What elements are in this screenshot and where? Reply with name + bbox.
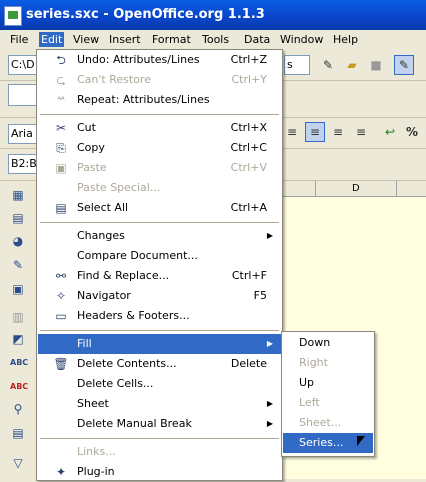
fill-left[interactable]: Left — [283, 393, 373, 413]
insert-cells-icon[interactable]: ▤ — [10, 210, 26, 226]
fill-up[interactable]: Up — [283, 373, 373, 393]
menu-tools[interactable]: Tools — [200, 32, 231, 47]
menu-item-changes[interactable]: Changes ▶ — [38, 226, 281, 246]
repeat-icon: ᴬᴬ — [57, 95, 65, 104]
cell-reference-box[interactable]: B2:B — [8, 154, 38, 174]
headers-footers-icon: ▭ — [55, 309, 67, 323]
fill-right[interactable]: Right — [283, 353, 373, 373]
binoculars-icon: ⚯ — [55, 269, 67, 283]
menu-item-fill[interactable]: Fill ▶ — [38, 334, 281, 354]
menu-item-links[interactable]: Links... — [38, 442, 281, 462]
form-icon[interactable]: ▣ — [10, 281, 26, 297]
menu-item-delete-manual-break[interactable]: Delete Manual Break ▶ — [38, 414, 281, 434]
menu-item-plugin[interactable]: ✦ Plug-in — [38, 462, 281, 482]
main-toolbar: ▦ ▤ ◕ ✎ ▣ ▥ ◩ ABC ABC ⚲ ▤ ▽ — [0, 181, 36, 479]
redo-icon: ⮎ — [56, 73, 66, 87]
menu-separator — [40, 114, 279, 115]
menu-item-headers-footers[interactable]: ▭ Headers & Footers... — [38, 306, 281, 326]
menu-item-find-replace[interactable]: ⚯ Find & Replace... Ctrl+F — [38, 266, 281, 286]
datasource-icon[interactable]: ▤ — [10, 425, 26, 441]
menu-separator — [40, 222, 279, 223]
scissors-icon: ✂ — [55, 121, 67, 135]
menu-item-compare-document[interactable]: Compare Document... — [38, 246, 281, 266]
menu-edit[interactable]: Edit — [39, 32, 65, 47]
open-folder-icon[interactable]: ▰ — [342, 55, 362, 75]
title-bar: series.sxc - OpenOffice.org 1.1.3 — [0, 0, 426, 30]
filter-icon[interactable]: ▽ — [10, 455, 26, 471]
menu-item-delete-cells[interactable]: Delete Cells... — [38, 374, 281, 394]
align-right-icon[interactable]: ≡ — [328, 122, 348, 142]
undo-icon: ⮌ — [56, 53, 66, 67]
menu-item-sheet[interactable]: Sheet ▶ — [38, 394, 281, 414]
menu-item-undo[interactable]: ⮌ Undo: Attributes/Lines Ctrl+Z — [38, 50, 281, 70]
fill-down[interactable]: Down — [283, 333, 373, 353]
address-field[interactable] — [8, 84, 38, 106]
paste-icon: ▣ — [55, 161, 67, 175]
percent-icon[interactable]: % — [402, 122, 422, 142]
menu-file[interactable]: File — [8, 32, 30, 47]
column-headers: D — [282, 181, 426, 197]
submenu-arrow-icon: ▶ — [266, 399, 273, 408]
menu-help[interactable]: Help — [331, 32, 360, 47]
menu-bar: File Edit View Insert Format Tools Data … — [0, 30, 426, 49]
number-format-icon[interactable]: ↩ — [380, 122, 400, 142]
spellcheck-icon[interactable]: ABC — [10, 355, 28, 371]
menu-item-cut[interactable]: ✂ Cut Ctrl+X — [38, 118, 281, 138]
menu-insert[interactable]: Insert — [107, 32, 143, 47]
font-name-box[interactable]: Aria — [8, 124, 38, 144]
menu-separator — [40, 438, 279, 439]
plugin-icon: ✦ — [55, 465, 67, 479]
menu-item-restore[interactable]: ⮎ Can't Restore Ctrl+Y — [38, 70, 281, 90]
menu-item-delete-contents[interactable]: 🗑 Delete Contents... Delete — [38, 354, 281, 374]
submenu-arrow-icon: ▶ — [266, 419, 273, 428]
navigator-icon: ✧ — [55, 289, 67, 303]
align-left-icon[interactable]: ≡ — [282, 122, 302, 142]
menu-item-select-all[interactable]: ▤ Select All Ctrl+A — [38, 198, 281, 218]
calc-app-icon — [4, 6, 22, 26]
justify-icon[interactable]: ≡ — [351, 122, 371, 142]
fill-sheet[interactable]: Sheet... — [283, 413, 373, 433]
menu-item-paste[interactable]: ▣ Paste Ctrl+V — [38, 158, 281, 178]
menu-view[interactable]: View — [71, 32, 101, 47]
show-draw-functions-icon[interactable]: ◩ — [10, 331, 26, 347]
window-title: series.sxc - OpenOffice.org 1.1.3 — [26, 7, 265, 22]
copy-icon: ⎘ — [56, 141, 66, 155]
menu-item-navigator[interactable]: ✧ Navigator F5 — [38, 286, 281, 306]
style-box[interactable]: s — [284, 55, 310, 75]
menu-item-copy[interactable]: ⎘ Copy Ctrl+C — [38, 138, 281, 158]
draw-icon[interactable]: ✎ — [10, 257, 26, 273]
edit-file-icon[interactable]: ✎ — [318, 55, 338, 75]
select-all-icon: ▤ — [55, 201, 67, 215]
menu-item-repeat[interactable]: ᴬᴬ Repeat: Attributes/Lines — [38, 90, 281, 110]
mouse-pointer-icon — [357, 436, 365, 446]
chart-icon[interactable]: ◕ — [10, 233, 26, 249]
menu-data[interactable]: Data — [242, 32, 272, 47]
edit-menu: ⮌ Undo: Attributes/Lines Ctrl+Z ⮎ Can't … — [36, 49, 283, 481]
auto-spellcheck-icon[interactable]: ABC — [10, 379, 28, 395]
submenu-arrow-icon: ▶ — [266, 339, 273, 348]
edit-mode-icon[interactable]: ✎ — [394, 55, 414, 75]
align-center-icon[interactable]: ≡ — [305, 122, 325, 142]
save-icon[interactable]: ■ — [366, 55, 386, 75]
menu-separator — [40, 330, 279, 331]
auto-spellcheck-disabled-icon: ▥ — [12, 310, 24, 324]
submenu-arrow-icon: ▶ — [266, 231, 273, 240]
menu-item-paste-special[interactable]: Paste Special... — [38, 178, 281, 198]
column-header-d[interactable]: D — [352, 181, 360, 196]
insert-icon[interactable]: ▦ — [10, 187, 26, 203]
menu-format[interactable]: Format — [150, 32, 193, 47]
find-icon[interactable]: ⚲ — [10, 401, 26, 417]
menu-window[interactable]: Window — [278, 32, 325, 47]
trash-icon: 🗑 — [53, 357, 69, 371]
